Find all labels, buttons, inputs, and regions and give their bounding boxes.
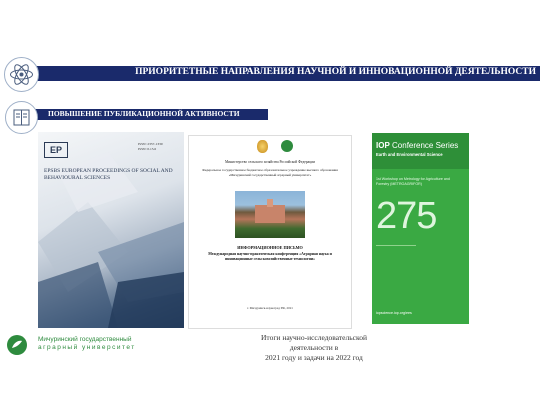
university-logo-icon [281,140,293,152]
iop-workshop: 1st Workshop on Metrology for Agricultur… [376,177,450,186]
emblem-icon [257,140,268,153]
section-banner: ПОВЫШЕНИЕ ПУБЛИКАЦИОННОЙ АКТИВНОСТИ [28,109,268,120]
conference-name: Международная научно-практическая конфер… [208,252,332,262]
iop-cover: IOP Conference Series Earth and Environm… [372,133,469,324]
atom-icon [4,57,39,92]
issn-text: ISSN: 2357-1330 ISSN: 0.15.6 [138,142,163,151]
issue-number: 275 [376,195,437,237]
iop-footer: iopscience.iop.org/ees [376,311,412,315]
book-icon [5,101,38,134]
header-banner: ПРИОРИТЕТНЫЕ НАПРАВЛЕНИЯ НАУЧНОЙ И ИННОВ… [28,66,540,81]
iop-subject: Earth and Environmental Science [376,152,443,157]
info-letter-cover: Министерство сельского хозяйства Российс… [188,135,352,329]
university-name: Мичуринский государственный аграрный уни… [38,336,136,351]
letter-footer: г. Мичуринск-наукоград РФ, 2021 [247,306,293,310]
footer-caption: Итоги научно-исследовательской деятельно… [261,333,367,362]
ep-logo: EP [44,142,68,158]
epsbs-cover: EP ISSN: 2357-1330 ISSN: 0.15.6 EPSBS EU… [38,132,184,328]
university-logo [7,335,27,355]
campus-photo [235,191,305,238]
page-title: ПРИОРИТЕТНЫЕ НАПРАВЛЕНИЯ НАУЧНОЙ И ИННОВ… [135,67,536,77]
iop-series-title: IOP Conference Series [376,141,459,150]
institution-text: Федеральное государственное бюджетное об… [202,168,338,177]
epsbs-title: EPSBS EUROPEAN PROCEEDINGS OF SOCIAL AND… [44,168,173,181]
section-title: ПОВЫШЕНИЕ ПУБЛИКАЦИОННОЙ АКТИВНОСТИ [48,109,240,118]
letter-title: ИНФОРМАЦИОННОЕ ПИСЬМО [237,245,303,250]
ministry-text: Министерство сельского хозяйства Российс… [224,160,316,164]
